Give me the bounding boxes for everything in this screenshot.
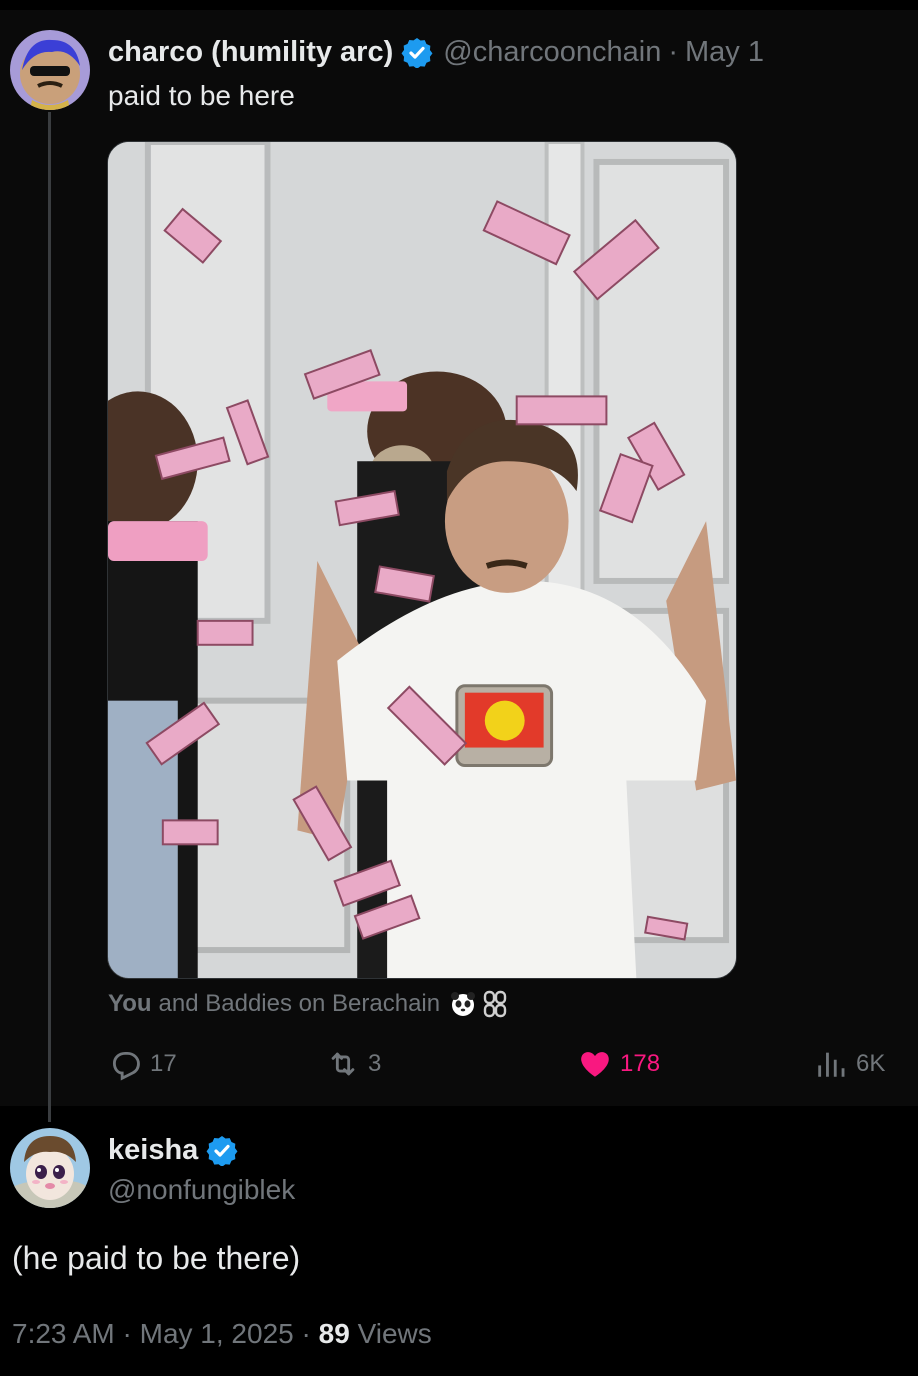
like-count: 178 [620,1050,661,1077]
header-separator: · [668,35,678,68]
views-count: 6K [856,1050,886,1077]
verified-badge-icon[interactable] [401,36,433,68]
tagged-others: and Baddies on Berachain [158,990,441,1017]
reply-tweet-header: keisha @nonfungiblek [108,1130,295,1206]
author-handle[interactable]: @charcoonchain [443,36,661,69]
tweet-date[interactable]: May 1 [685,36,764,69]
meta-separator: · [301,1318,311,1349]
heart-icon [581,1052,609,1077]
tweet-views-label: Views [357,1318,432,1349]
repost-button[interactable]: 3 [326,1044,381,1084]
tweet-actions: 17 3 178 6K [108,1044,898,1084]
panda-emoji-icon [451,992,476,1016]
retweet-icon [331,1052,355,1076]
tagged-emoji [448,989,510,1019]
reply-icon [112,1051,140,1081]
tweet-time[interactable]: 7:23 AM [12,1318,115,1349]
tweet-photo[interactable] [107,141,737,979]
meta-separator: · [122,1318,132,1349]
parent-tweet-text: paid to be here [108,80,295,111]
tagged-you: You [108,990,152,1017]
reply-count: 17 [150,1050,177,1077]
reply-tweet-meta: 7:23 AM · May 1, 2025 · 89 Views [12,1318,432,1350]
verified-badge-icon[interactable] [206,1134,238,1166]
tweet-full-date[interactable]: May 1, 2025 [140,1318,294,1349]
author-display-name[interactable]: charco (humility arc) [108,36,393,69]
tweet-views-count[interactable]: 89 [319,1318,350,1349]
reply-author-display-name[interactable]: keisha [108,1134,198,1167]
top-strip [0,0,918,10]
repost-count: 3 [368,1050,382,1077]
reply-button[interactable]: 17 [108,1044,177,1084]
reply-tweet-text: (he paid to be there) [12,1240,301,1276]
views-button[interactable]: 6K [814,1044,885,1084]
author-avatar[interactable] [10,30,90,110]
tagged-users[interactable]: You and Baddies on Berachain [108,986,510,1022]
reply-author-avatar[interactable] [10,1128,90,1208]
thread-connector-line [48,112,51,1122]
chain-emoji-icon [483,990,507,1018]
reply-author-handle[interactable]: @nonfungiblek [108,1174,295,1206]
parent-tweet-header: charco (humility arc) @charcoonchain · M… [108,30,764,74]
like-button[interactable]: 178 [578,1044,660,1084]
views-chart-icon [818,1052,845,1077]
